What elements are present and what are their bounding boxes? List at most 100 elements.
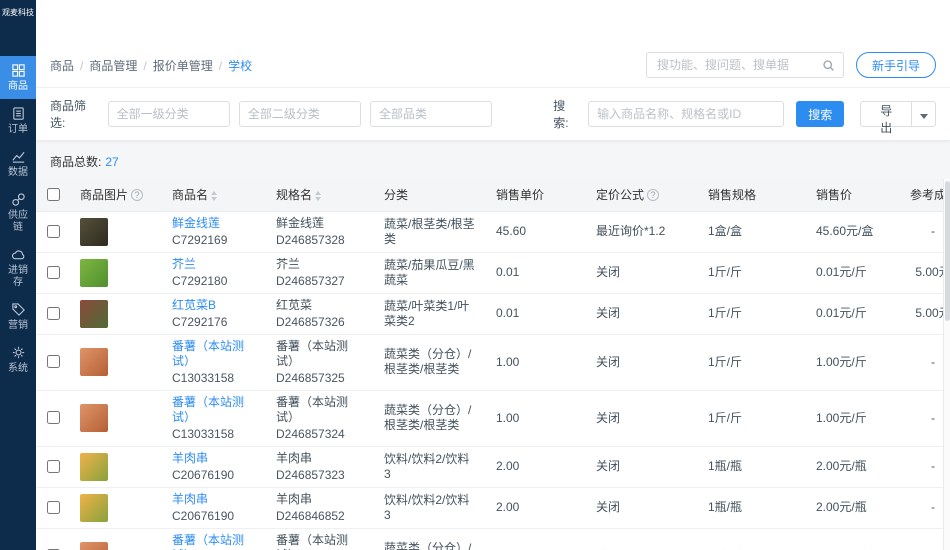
data-icon	[11, 149, 26, 164]
column-label: 商品图片	[80, 188, 129, 203]
sidebar-item-supply-chain[interactable]: 供应链	[0, 185, 36, 240]
column-label: 定价公式	[596, 188, 645, 203]
column-header-spec[interactable]: 规格名	[266, 179, 374, 212]
unit-price-cell: 0.01	[486, 293, 586, 335]
pricing-formula-cell: 关闭	[586, 390, 698, 447]
category2-select[interactable]: 全部二级分类	[238, 101, 362, 127]
row-checkbox[interactable]	[47, 459, 60, 473]
row-checkbox[interactable]	[47, 355, 60, 368]
product-thumbnail[interactable]	[80, 258, 108, 287]
table-row: 芥兰 C7292180 芥兰 D246857327 蔬菜/茄果瓜豆/黑蔬菜 0.01 关闭 1…	[36, 252, 950, 294]
category-cell: 蔬菜类（分仓）/根茎类/根茎类	[374, 390, 486, 447]
sidebar-item-label: 商品	[8, 81, 28, 92]
product-code: C20676190	[172, 508, 235, 523]
row-checkbox[interactable]	[47, 411, 60, 424]
marketing-icon	[11, 302, 26, 317]
sidebar: 观麦科技 商品订单 数据 供应链进销存营销 系统	[0, 0, 36, 550]
category3-select[interactable]: 全部品类	[370, 101, 493, 127]
product-name-link[interactable]: 红苋菜B	[172, 298, 256, 313]
sidebar-item-marketing[interactable]: 营销	[0, 295, 36, 338]
product-name-link[interactable]: 羊肉串	[172, 451, 256, 466]
table-row: 鲜金线莲 C7292169 鲜金线莲 D246857328 蔬菜/根茎类/根茎类 45.6…	[36, 211, 950, 253]
sale-spec-cell: 1盒/盒	[698, 211, 806, 253]
sidebar-item-inventory[interactable]: 进销存	[0, 240, 36, 295]
sort-icon[interactable]	[315, 191, 322, 202]
row-checkbox[interactable]	[47, 224, 60, 238]
product-thumbnail[interactable]	[80, 217, 108, 246]
product-thumbnail[interactable]	[80, 299, 108, 328]
product-search-input[interactable]	[588, 101, 785, 127]
column-label: 商品名	[172, 188, 209, 203]
category-cell: 蔬菜/叶菜类1/叶菜类2	[374, 293, 486, 335]
product-table-wrap: 商品图片? 商品名 规格名 分类 销售单价 定价公式? 销售规格 销售价 参考成 鲜金线莲 C72…	[36, 179, 950, 550]
product-name-link[interactable]: 番薯（本站测试）	[172, 533, 256, 550]
inventory-icon	[11, 247, 26, 262]
filter-label: 商品筛选:	[50, 99, 87, 130]
spec-name: 羊肉串	[276, 491, 313, 506]
column-header-pricing: 定价公式?	[586, 179, 698, 212]
product-name-link[interactable]: 芥兰	[172, 257, 256, 272]
sidebar-item-orders[interactable]: 订单	[0, 99, 36, 142]
sale-spec-cell: 1斤/斤	[698, 293, 806, 335]
table-header-row: 商品图片? 商品名 规格名 分类 销售单价 定价公式? 销售规格 销售价 参考成	[36, 179, 950, 212]
column-label: 分类	[384, 188, 409, 203]
spec-name: 芥兰	[276, 256, 301, 271]
search-icon[interactable]	[822, 59, 835, 72]
breadcrumb-separator: /	[143, 58, 147, 73]
column-label: 参考成	[910, 188, 947, 203]
product-thumbnail[interactable]	[80, 404, 108, 432]
product-name-link[interactable]: 番薯（本站测试）	[172, 395, 256, 425]
app-logo: 观麦科技	[2, 8, 34, 17]
chevron-down-icon	[919, 113, 928, 119]
scrollbar-thumb[interactable]	[945, 181, 950, 321]
export-dropdown-button[interactable]	[912, 101, 937, 127]
category1-select[interactable]: 全部一级分类	[107, 101, 230, 127]
product-thumbnail[interactable]	[80, 348, 108, 376]
sidebar-item-products[interactable]: 商品	[0, 56, 36, 99]
product-thumbnail[interactable]	[80, 452, 108, 481]
topbar-right: 新手引导	[645, 52, 936, 78]
breadcrumb-item[interactable]: 商品	[50, 59, 74, 73]
vertical-scrollbar[interactable]	[943, 179, 950, 550]
product-name-link[interactable]: 羊肉串	[172, 492, 256, 507]
select-all-checkbox[interactable]	[47, 188, 60, 202]
column-header-sale-spec: 销售规格	[698, 179, 806, 212]
sidebar-item-system[interactable]: 系统	[0, 338, 36, 381]
product-thumbnail[interactable]	[80, 493, 108, 522]
search-button[interactable]: 搜索	[796, 101, 845, 127]
product-name-link[interactable]: 鲜金线莲	[172, 216, 256, 231]
unit-price-cell: 2.00	[486, 446, 586, 488]
help-icon[interactable]: ?	[131, 189, 144, 202]
global-search-input[interactable]	[654, 57, 822, 73]
spec-name: 鲜金线莲	[276, 215, 325, 230]
global-search-box[interactable]	[645, 52, 844, 78]
product-code: C20676190	[172, 467, 235, 482]
breadcrumb-item[interactable]: 学校	[228, 59, 252, 73]
sort-icon[interactable]	[211, 191, 218, 202]
product-thumbnail[interactable]	[80, 542, 108, 550]
breadcrumb-item[interactable]: 商品管理	[89, 59, 137, 73]
table-row: 红苋菜B C7292176 红苋菜 D246857326 蔬菜/叶菜类1/叶菜类2 0.0…	[36, 293, 950, 335]
product-name-link[interactable]: 番薯（本站测试）	[172, 339, 256, 369]
sidebar-item-label: 进销存	[8, 265, 28, 288]
sale-price-cell: 0.01元/斤	[806, 293, 900, 335]
category-cell: 饮料/饮料2/饮料3	[374, 446, 486, 488]
sale-spec-cell: 1斤/斤	[698, 252, 806, 294]
help-icon[interactable]: ?	[647, 189, 660, 202]
export-button[interactable]: 导出	[860, 101, 913, 135]
unit-price-cell: 45.60	[486, 211, 586, 253]
guide-button[interactable]: 新手引导	[855, 52, 936, 78]
spec-name: 番薯（本站测试）	[276, 532, 349, 550]
row-checkbox[interactable]	[47, 265, 60, 279]
row-checkbox[interactable]	[47, 500, 60, 514]
sidebar-item-data[interactable]: 数据	[0, 142, 36, 185]
column-header-name[interactable]: 商品名	[162, 179, 266, 212]
products-icon	[11, 63, 26, 78]
product-code: C13033158	[172, 426, 235, 441]
table-row: 番薯（本站测试） C13033158 番薯（本站测试） D246857325 蔬菜类（分…	[36, 334, 950, 391]
sidebar-nav: 商品订单 数据 供应链进销存营销 系统	[0, 56, 36, 381]
breadcrumb-item[interactable]: 报价单管理	[153, 59, 213, 73]
row-checkbox[interactable]	[47, 306, 60, 320]
product-code: C7292176	[172, 314, 228, 329]
unit-price-cell: 1.00	[486, 528, 586, 550]
